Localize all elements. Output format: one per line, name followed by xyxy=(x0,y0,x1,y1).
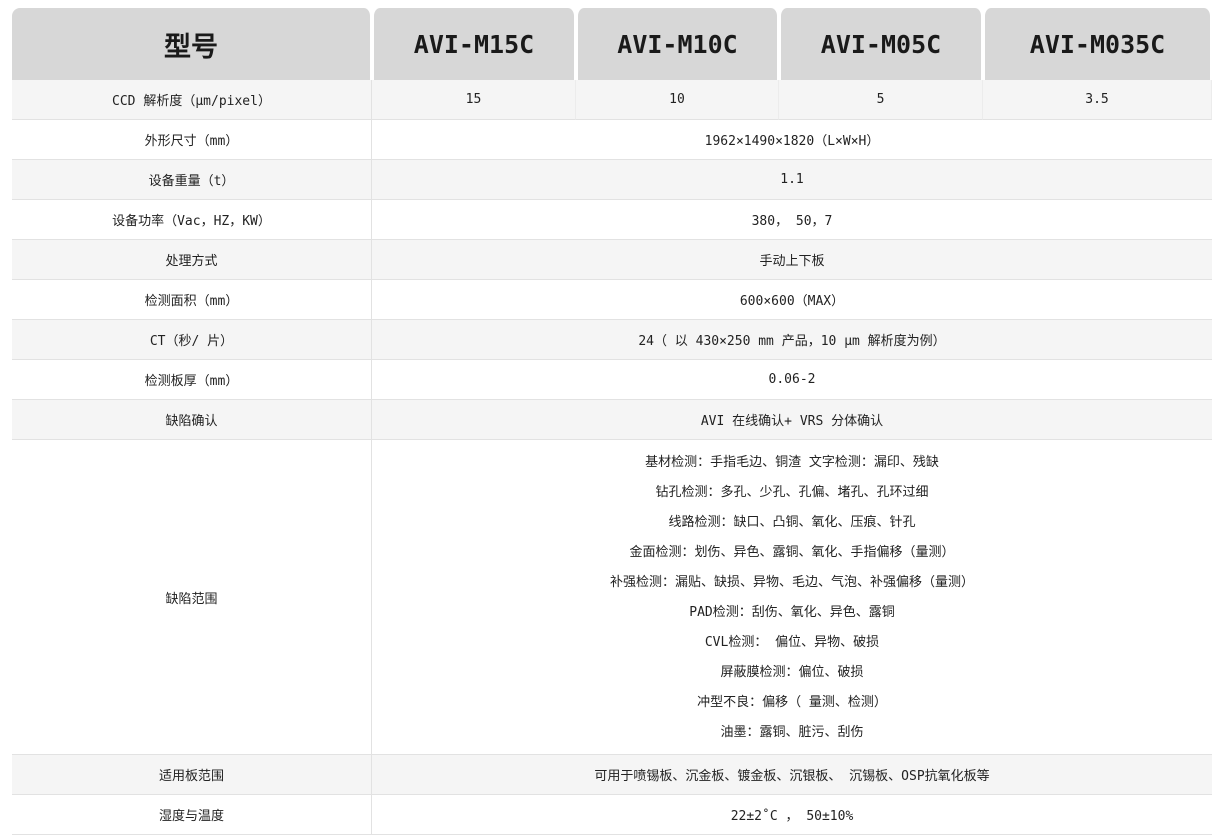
row-label: 设备功率（Vac，HZ，KW） xyxy=(12,200,372,240)
row-label: 缺陷范围 xyxy=(12,440,372,755)
row-value: 可用于喷锡板、沉金板、镀金板、沉银板、 沉锡板、OSP抗氧化板等 xyxy=(372,755,1212,795)
model-header-m05c: AVI-M05C xyxy=(779,8,983,80)
list-item: 钻孔检测：多孔、少孔、孔偏、堵孔、孔环过细 xyxy=(655,485,929,500)
row-label: 缺陷确认 xyxy=(12,400,372,440)
row-label: 设备重量（t） xyxy=(12,160,372,200)
table-row-power: 设备功率（Vac，HZ，KW） 380， 50，7 xyxy=(12,200,1212,240)
row-label: 处理方式 xyxy=(12,240,372,280)
table-row-dimensions: 外形尺寸（mm） 1962×1490×1820（L×W×H） xyxy=(12,120,1212,160)
row-label: 适用板范围 xyxy=(12,755,372,795)
table-row-defect-confirm: 缺陷确认 AVI 在线确认+ VRS 分体确认 xyxy=(12,400,1212,440)
row-label: 检测板厚（mm） xyxy=(12,360,372,400)
row-value: 600×600（MAX） xyxy=(372,280,1212,320)
row-value: 380， 50，7 xyxy=(372,200,1212,240)
list-item: 油墨：露铜、脏污、刮伤 xyxy=(720,725,864,740)
model-header-m15c: AVI-M15C xyxy=(372,8,576,80)
row-value: 24（ 以 430×250 mm 产品，10 μm 解析度为例） xyxy=(372,320,1212,360)
model-header-m10c: AVI-M10C xyxy=(576,8,779,80)
ccd-value-m035c: 3.5 xyxy=(983,80,1212,120)
table-row-humidity-temperature: 湿度与温度 22±2˚C ， 50±10% xyxy=(12,795,1212,835)
list-item: 冲型不良：偏移（ 量测、检测） xyxy=(697,695,887,710)
model-header: 型号 xyxy=(12,8,372,80)
list-item: CVL检测： 偏位、异物、破损 xyxy=(704,635,880,650)
header-row: 型号 AVI-M15C AVI-M10C AVI-M05C AVI-M035C xyxy=(12,8,1212,80)
row-value: 1.1 xyxy=(372,160,1212,200)
spec-table: 型号 AVI-M15C AVI-M10C AVI-M05C AVI-M035C … xyxy=(12,8,1212,835)
defect-range-cell: 基材检测：手指毛边、铜渣 文字检测：漏印、残缺 钻孔检测：多孔、少孔、孔偏、堵孔… xyxy=(372,440,1212,755)
list-item: 金面检测：划伤、异色、露铜、氧化、手指偏移（量测） xyxy=(629,545,955,560)
row-label: 湿度与温度 xyxy=(12,795,372,835)
ccd-value-m05c: 5 xyxy=(779,80,983,120)
row-label: CCD 解析度（μm/pixel） xyxy=(12,80,372,120)
table-row-handling: 处理方式 手动上下板 xyxy=(12,240,1212,280)
row-label: 外形尺寸（mm） xyxy=(12,120,372,160)
ccd-value-m10c: 10 xyxy=(576,80,779,120)
list-item: 线路检测：缺口、凸铜、氧化、压痕、针孔 xyxy=(668,515,916,530)
table-row-inspection-area: 检测面积（mm） 600×600（MAX） xyxy=(12,280,1212,320)
list-item: 基材检测：手指毛边、铜渣 文字检测：漏印、残缺 xyxy=(645,455,939,470)
list-item: 屏蔽膜检测：偏位、破损 xyxy=(720,665,864,680)
table-row-board-types: 适用板范围 可用于喷锡板、沉金板、镀金板、沉银板、 沉锡板、OSP抗氧化板等 xyxy=(12,755,1212,795)
model-header-m035c: AVI-M035C xyxy=(983,8,1212,80)
row-label: CT（秒/ 片） xyxy=(12,320,372,360)
ccd-value-m15c: 15 xyxy=(372,80,576,120)
row-value: 0.06-2 xyxy=(372,360,1212,400)
table-row-board-thickness: 检测板厚（mm） 0.06-2 xyxy=(12,360,1212,400)
row-label: 检测面积（mm） xyxy=(12,280,372,320)
list-item: PAD检测：刮伤、氧化、异色、露铜 xyxy=(689,605,895,620)
table-row-ct: CT（秒/ 片） 24（ 以 430×250 mm 产品，10 μm 解析度为例… xyxy=(12,320,1212,360)
row-value: 22±2˚C ， 50±10% xyxy=(372,795,1212,835)
defect-list: 基材检测：手指毛边、铜渣 文字检测：漏印、残缺 钻孔检测：多孔、少孔、孔偏、堵孔… xyxy=(372,440,1212,754)
table-row-weight: 设备重量（t） 1.1 xyxy=(12,160,1212,200)
row-value: 手动上下板 xyxy=(372,240,1212,280)
table-row-ccd: CCD 解析度（μm/pixel） 15 10 5 3.5 xyxy=(12,80,1212,120)
table-row-defect-range: 缺陷范围 基材检测：手指毛边、铜渣 文字检测：漏印、残缺 钻孔检测：多孔、少孔、… xyxy=(12,440,1212,755)
row-value: AVI 在线确认+ VRS 分体确认 xyxy=(372,400,1212,440)
list-item: 补强检测：漏贴、缺损、异物、毛边、气泡、补强偏移（量测） xyxy=(609,575,974,590)
row-value: 1962×1490×1820（L×W×H） xyxy=(372,120,1212,160)
